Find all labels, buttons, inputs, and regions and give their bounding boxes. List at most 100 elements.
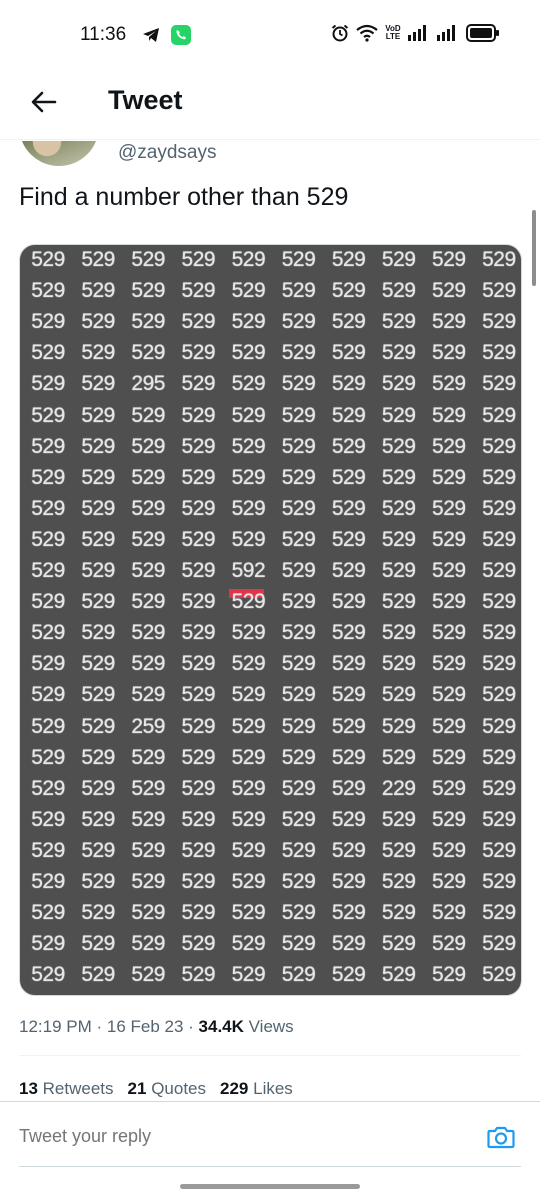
grid-number: 529	[231, 403, 266, 427]
grid-number: 529	[281, 465, 316, 489]
grid-number: 529	[281, 807, 316, 831]
grid-number: 529	[181, 590, 216, 614]
grid-number: 529	[281, 559, 316, 582]
grid-number: 529	[482, 310, 516, 334]
grid-number: 529	[181, 621, 216, 645]
grid-number: 529	[31, 248, 65, 271]
grid-number: 529	[31, 683, 65, 707]
grid-number: 529	[181, 372, 216, 396]
grid-number: 529	[432, 901, 466, 925]
grid-number: 529	[181, 776, 216, 800]
telegram-icon	[142, 27, 160, 43]
grid-number: 529	[381, 279, 416, 303]
scrollbar[interactable]	[532, 210, 536, 286]
grid-number: 529	[131, 434, 165, 458]
grid-number: 529	[231, 590, 266, 614]
grid-number: 529	[331, 279, 366, 303]
grid-number: 529	[281, 248, 316, 271]
grid-number: 529	[181, 559, 216, 582]
grid-number: 529	[331, 652, 366, 676]
camera-button[interactable]	[484, 1122, 518, 1156]
retweets-stat[interactable]: 13 Retweets	[19, 1079, 114, 1099]
grid-number: 529	[281, 310, 316, 334]
grid-number: 529	[31, 714, 65, 738]
grid-number: 529	[31, 279, 65, 303]
grid-number: 529	[181, 963, 216, 987]
grid-number: 529	[432, 807, 466, 831]
grid-number: 529	[381, 310, 416, 334]
grid-number: 529	[281, 403, 316, 427]
tweet-image[interactable]: 529 529 529 529 529 529 529 529 529 529 529 529 529 5…	[19, 244, 522, 996]
grid-number: 529	[281, 963, 316, 987]
quotes-stat[interactable]: 21 Quotes	[128, 1079, 206, 1099]
grid-number: 529	[231, 279, 266, 303]
grid-number: 529	[381, 683, 416, 707]
grid-number: 229	[381, 776, 416, 800]
avatar[interactable]	[19, 141, 99, 166]
grid-number: 529	[231, 341, 266, 365]
grid-number: 529	[231, 963, 266, 987]
reply-input[interactable]	[19, 1126, 439, 1147]
grid-number: 529	[331, 527, 366, 551]
grid-number: 529	[482, 745, 516, 769]
grid-number: 529	[482, 901, 516, 925]
grid-number: 592	[231, 559, 266, 582]
grid-number: 529	[482, 465, 516, 489]
grid-number: 529	[131, 652, 165, 676]
grid-number: 529	[231, 527, 266, 551]
grid-number: 529	[131, 932, 165, 956]
grid-number: 529	[482, 963, 516, 987]
views-label: Views	[243, 1017, 294, 1036]
user-handle[interactable]: @zaydsays	[118, 142, 217, 164]
home-indicator[interactable]	[180, 1184, 360, 1189]
grid-number: 529	[432, 838, 466, 862]
grid-number: 529	[231, 807, 266, 831]
grid-number: 529	[381, 465, 416, 489]
grid-number: 529	[181, 310, 216, 334]
grid-number: 529	[81, 963, 115, 987]
grid-number: 529	[281, 279, 316, 303]
grid-number: 529	[331, 341, 366, 365]
grid-number: 529	[31, 496, 65, 520]
grid-number: 529	[432, 714, 466, 738]
grid-number: 529	[31, 963, 65, 987]
grid-number: 529	[81, 621, 115, 645]
grid-number: 529	[381, 870, 416, 893]
grid-number: 529	[231, 652, 266, 676]
grid-number: 529	[281, 590, 316, 614]
grid-number: 529	[331, 932, 366, 956]
grid-number: 529	[131, 807, 165, 831]
grid-number: 295	[131, 372, 165, 396]
back-button[interactable]	[24, 84, 64, 124]
grid-number: 529	[31, 870, 65, 893]
tweet-detail: @zaydsays Find a number other than 529 5…	[0, 141, 540, 1101]
tweet-text: Find a number other than 529	[19, 183, 349, 211]
grid-number: 529	[131, 496, 165, 520]
grid-number: 529	[432, 527, 466, 551]
grid-number: 529	[131, 590, 165, 614]
grid-number: 529	[432, 745, 466, 769]
grid-number: 529	[331, 590, 366, 614]
grid-number: 529	[482, 870, 516, 893]
grid-number: 529	[81, 279, 115, 303]
grid-number: 529	[31, 434, 65, 458]
tweet-timestamp[interactable]: 12:19 PM · 16 Feb 23 ·	[19, 1017, 199, 1036]
likes-stat[interactable]: 229 Likes	[220, 1079, 293, 1099]
grid-number: 529	[31, 901, 65, 925]
wifi-icon	[356, 24, 378, 42]
grid-number: 529	[81, 465, 115, 489]
likes-label: Likes	[253, 1079, 293, 1098]
quotes-count: 21	[127, 1079, 147, 1098]
grid-number: 529	[231, 248, 266, 271]
grid-number: 529	[131, 527, 165, 551]
grid-number: 529	[231, 901, 266, 925]
grid-number: 529	[181, 932, 216, 956]
grid-number: 529	[432, 776, 466, 800]
grid-number: 529	[181, 527, 216, 551]
grid-number: 529	[31, 807, 65, 831]
grid-number: 529	[131, 870, 165, 893]
grid-number: 529	[231, 434, 266, 458]
grid-number: 529	[432, 652, 466, 676]
grid-number: 529	[81, 341, 115, 365]
reply-underline	[19, 1166, 521, 1167]
